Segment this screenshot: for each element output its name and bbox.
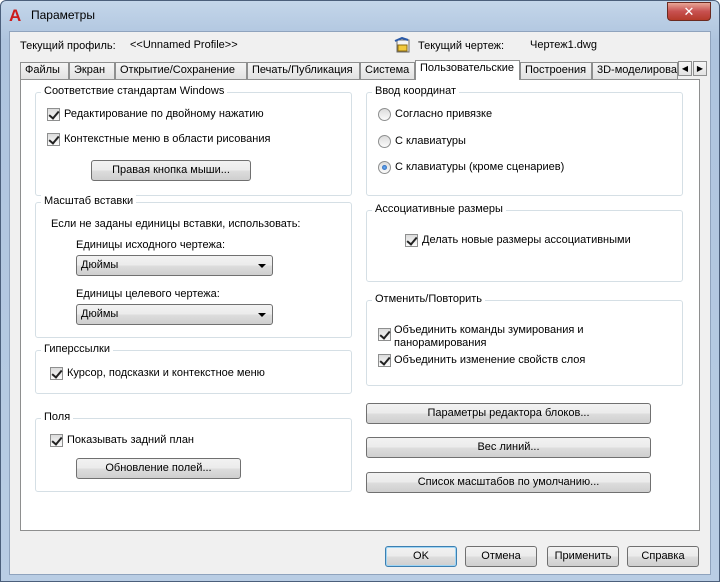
combine-zoom-pan-label-line2: панорамирования xyxy=(394,337,487,349)
tab-plot-publish[interactable]: Печать/Публикация xyxy=(247,62,360,79)
tab-user-preferences[interactable]: Пользовательские xyxy=(415,60,520,80)
coord-keyboard-except-scripts-label: С клавиатуры (кроме сценариев) xyxy=(395,161,565,173)
target-units-select[interactable]: Дюймы xyxy=(76,304,273,325)
dialog-client: Текущий профиль: <<Unnamed Profile>> Тек… xyxy=(9,31,711,575)
source-units-select[interactable]: Дюймы xyxy=(76,255,273,276)
close-button[interactable]: ✕ xyxy=(667,2,711,21)
user-preferences-panel: Соответствие стандартам Windows Редактир… xyxy=(20,79,700,531)
tab-scroll-left-icon[interactable]: ◀ xyxy=(678,61,692,76)
target-units-value: Дюймы xyxy=(81,308,119,320)
ok-button[interactable]: OK xyxy=(385,546,457,567)
combine-zoom-pan-label: Объединить команды зумирования и xyxy=(394,324,584,336)
associative-dimensions-group: Ассоциативные размеры Делать новые разме… xyxy=(366,203,683,282)
apply-button[interactable]: Применить xyxy=(547,546,619,567)
dblclick-edit-label: Редактирование по двойному нажатию xyxy=(64,108,264,120)
window-title: Параметры xyxy=(31,8,95,22)
make-assoc-checkbox[interactable] xyxy=(405,234,418,247)
group-title: Масштаб вставки xyxy=(41,195,137,207)
tab-system[interactable]: Система xyxy=(360,62,415,79)
coord-snap-radio[interactable] xyxy=(378,108,391,121)
coord-snap-label: Согласно привязке xyxy=(395,108,493,120)
combine-layer-props-label: Объединить изменение свойств слоя xyxy=(394,354,586,366)
tab-display[interactable]: Экран xyxy=(69,62,115,79)
make-assoc-label: Делать новые размеры ассоциативными xyxy=(422,234,631,246)
chevron-down-icon xyxy=(258,264,266,268)
insertion-scale-group: Масштаб вставки Если не заданы единицы в… xyxy=(35,195,352,338)
context-menu-checkbox[interactable] xyxy=(47,133,60,146)
right-click-button[interactable]: Правая кнопка мыши... xyxy=(91,160,251,181)
field-update-button[interactable]: Обновление полей... xyxy=(76,458,241,479)
source-units-value: Дюймы xyxy=(81,259,119,271)
drawing-value: Чертеж1.dwg xyxy=(530,39,597,51)
default-scale-list-button[interactable]: Список масштабов по умолчанию... xyxy=(366,472,651,493)
block-editor-settings-button[interactable]: Параметры редактора блоков... xyxy=(366,403,651,424)
profile-label: Текущий профиль: xyxy=(20,40,116,52)
field-background-label: Показывать задний план xyxy=(67,434,195,446)
undo-redo-group: Отменить/Повторить Объединить команды зу… xyxy=(366,293,683,386)
group-title: Отменить/Повторить xyxy=(372,293,486,305)
hyperlink-cursor-checkbox[interactable] xyxy=(50,367,63,380)
group-title: Ассоциативные размеры xyxy=(372,203,506,215)
hyperlink-cursor-label: Курсор, подсказки и контекстное меню xyxy=(67,367,265,379)
coordinate-entry-group: Ввод координат Согласно привязке С клави… xyxy=(366,85,683,196)
group-title: Поля xyxy=(41,411,74,423)
profile-row: Текущий профиль: <<Unnamed Profile>> Тек… xyxy=(20,36,700,54)
coord-keyboard-except-scripts-radio[interactable] xyxy=(378,161,391,174)
combine-zoom-pan-checkbox[interactable] xyxy=(378,328,391,341)
dblclick-edit-checkbox[interactable] xyxy=(47,108,60,121)
source-units-label: Единицы исходного чертежа: xyxy=(76,239,225,251)
tab-3d-modeling[interactable]: 3D-моделирова xyxy=(592,62,678,79)
insertion-hint: Если не заданы единицы вставки, использо… xyxy=(51,218,301,230)
tab-strip: Файлы Экран Открытие/Сохранение Печать/П… xyxy=(20,60,710,80)
coord-keyboard-label: С клавиатуры xyxy=(395,135,466,147)
lineweight-settings-button[interactable]: Вес линий... xyxy=(366,437,651,458)
options-dialog: A Параметры ✕ Текущий профиль: <<Unnamed… xyxy=(0,0,720,582)
drawing-icon xyxy=(394,36,412,53)
group-title: Соответствие стандартам Windows xyxy=(41,85,228,97)
autocad-logo-icon: A xyxy=(9,6,22,25)
hyperlinks-group: Гиперссылки Курсор, подсказки и контекст… xyxy=(35,343,352,394)
group-title: Ввод координат xyxy=(372,85,459,97)
windows-standards-group: Соответствие стандартам Windows Редактир… xyxy=(35,85,352,196)
profile-value: <<Unnamed Profile>> xyxy=(130,39,238,51)
title-bar[interactable]: A Параметры ✕ xyxy=(1,1,719,31)
tab-files[interactable]: Файлы xyxy=(20,62,69,79)
target-units-label: Единицы целевого чертежа: xyxy=(76,288,220,300)
tab-scroll-right-icon[interactable]: ▶ xyxy=(693,61,707,76)
combine-layer-props-checkbox[interactable] xyxy=(378,354,391,367)
drawing-label: Текущий чертеж: xyxy=(418,40,505,52)
tab-open-save[interactable]: Открытие/Сохранение xyxy=(115,62,247,79)
chevron-down-icon xyxy=(258,313,266,317)
help-button[interactable]: Справка xyxy=(627,546,699,567)
fields-group: Поля Показывать задний план Обновление п… xyxy=(35,411,352,492)
cancel-button[interactable]: Отмена xyxy=(465,546,537,567)
coord-keyboard-radio[interactable] xyxy=(378,135,391,148)
tab-drafting[interactable]: Построения xyxy=(520,62,592,79)
group-title: Гиперссылки xyxy=(41,343,113,355)
field-background-checkbox[interactable] xyxy=(50,434,63,447)
context-menu-label: Контекстные меню в области рисования xyxy=(64,133,271,145)
